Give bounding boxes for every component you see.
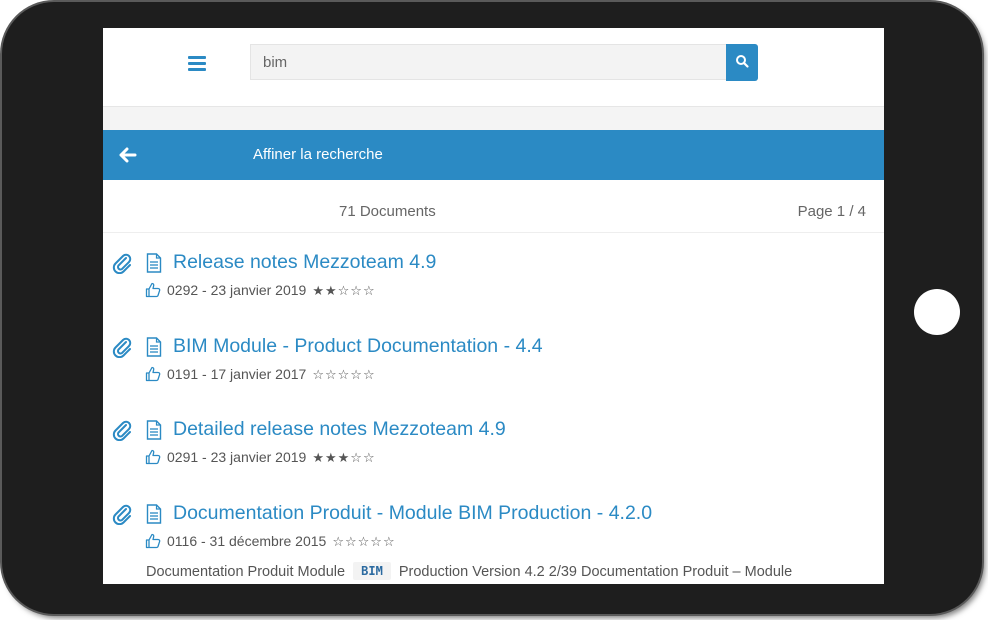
star-icon[interactable]: ☆ <box>383 535 396 550</box>
result-item: Release notes Mezzoteam 4.9 0292 - 23 jan… <box>103 232 884 316</box>
star-icon[interactable]: ★ <box>325 284 338 299</box>
paperclip-icon[interactable] <box>112 419 132 442</box>
result-title[interactable]: Documentation Produit - Module BIM Produ… <box>173 502 652 525</box>
star-icon[interactable]: ☆ <box>370 535 383 550</box>
star-icon[interactable]: ☆ <box>363 451 376 466</box>
rating-stars: ★★☆☆☆ <box>312 284 375 299</box>
paperclip-icon[interactable] <box>112 336 132 358</box>
spacer-band <box>103 107 884 130</box>
star-icon[interactable]: ☆ <box>325 368 338 383</box>
excerpt-before: Documentation Produit Module <box>146 564 346 580</box>
refine-search-bar[interactable]: Affiner la recherche <box>103 130 884 180</box>
star-icon[interactable]: ★ <box>325 451 338 466</box>
rating-stars: ☆☆☆☆☆ <box>312 368 375 383</box>
result-ref-date: 0292 - 23 janvier 2019 <box>167 282 307 298</box>
document-icon <box>146 420 162 440</box>
home-button[interactable] <box>914 289 960 335</box>
star-icon[interactable]: ☆ <box>338 284 351 299</box>
star-icon[interactable]: ★ <box>338 451 351 466</box>
star-icon[interactable]: ☆ <box>332 535 345 550</box>
result-title[interactable]: Detailed release notes Mezzoteam 4.9 <box>173 418 506 441</box>
search-button[interactable] <box>726 44 758 81</box>
arrow-left-icon[interactable] <box>118 145 138 165</box>
star-icon[interactable]: ☆ <box>363 368 376 383</box>
document-icon <box>146 253 162 273</box>
result-meta: 0291 - 23 janvier 2019 ★★★☆☆ <box>145 449 376 469</box>
star-icon[interactable]: ☆ <box>338 368 351 383</box>
thumbs-up-icon[interactable] <box>145 449 161 465</box>
star-icon[interactable]: ☆ <box>350 368 363 383</box>
document-icon <box>146 336 162 357</box>
star-icon[interactable]: ☆ <box>358 535 371 550</box>
paperclip-icon[interactable] <box>112 252 132 275</box>
result-title[interactable]: Release notes Mezzoteam 4.9 <box>173 251 436 274</box>
results-summary: 71 Documents Page 1 / 4 <box>103 180 884 233</box>
result-ref-date: 0191 - 17 janvier 2017 <box>167 365 307 382</box>
result-title[interactable]: BIM Module - Product Documentation - 4.4 <box>173 335 543 358</box>
screen: Affiner la recherche 71 Documents Page 1… <box>103 28 884 584</box>
result-item: Detailed release notes Mezzoteam 4.9 0291… <box>103 399 884 483</box>
result-item: Documentation Produit - Module BIM Produ… <box>103 483 884 567</box>
document-icon <box>146 503 162 524</box>
excerpt-keyword: BIM <box>353 562 391 580</box>
result-meta: 0191 - 17 janvier 2017 ☆☆☆☆☆ <box>145 366 376 386</box>
thumbs-up-icon[interactable] <box>145 533 161 549</box>
page-indicator: Page 1 / 4 <box>797 203 866 220</box>
result-meta: 0116 - 31 décembre 2015 ☆☆☆☆☆ <box>145 533 396 553</box>
top-bar <box>103 28 884 107</box>
rating-stars: ☆☆☆☆☆ <box>332 535 395 550</box>
thumbs-up-icon[interactable] <box>145 366 161 382</box>
thumbs-up-icon[interactable] <box>145 282 161 298</box>
refine-search-label: Affiner la recherche <box>253 146 383 163</box>
result-ref-date: 0116 - 31 décembre 2015 <box>167 532 327 549</box>
star-icon[interactable]: ☆ <box>363 284 376 299</box>
paperclip-icon[interactable] <box>112 503 132 525</box>
tablet-frame: Affiner la recherche 71 Documents Page 1… <box>2 2 982 614</box>
rating-stars: ★★★☆☆ <box>312 451 375 466</box>
result-meta: 0292 - 23 janvier 2019 ★★☆☆☆ <box>145 282 376 302</box>
star-icon[interactable]: ☆ <box>350 284 363 299</box>
search-input[interactable] <box>250 44 728 80</box>
search-icon <box>736 55 749 68</box>
results-list: Release notes Mezzoteam 4.9 0292 - 23 jan… <box>103 232 884 566</box>
star-icon[interactable]: ☆ <box>350 451 363 466</box>
result-excerpt: Documentation Produit Module BIM Product… <box>146 562 792 580</box>
result-ref-date: 0291 - 23 janvier 2019 <box>167 449 307 465</box>
menu-icon[interactable] <box>188 56 206 72</box>
star-icon[interactable]: ★ <box>312 451 325 466</box>
star-icon[interactable]: ☆ <box>345 535 358 550</box>
excerpt-after: Production Version 4.2 2/39 Documentatio… <box>398 564 793 580</box>
result-item: BIM Module - Product Documentation - 4.4… <box>103 316 884 400</box>
star-icon[interactable]: ☆ <box>312 368 325 383</box>
star-icon[interactable]: ★ <box>312 284 325 299</box>
document-count: 71 Documents <box>339 203 436 220</box>
